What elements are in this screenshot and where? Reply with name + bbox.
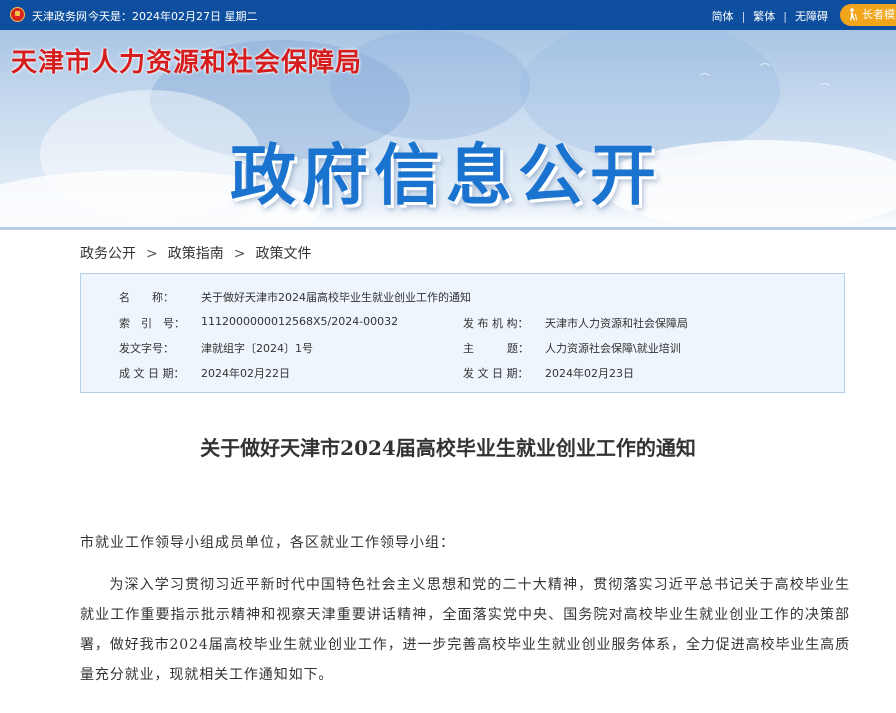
topic-value: 人力资源社会保障\就业培训 — [545, 342, 681, 355]
topic-label: 主 题： — [463, 342, 529, 355]
elder-person-icon — [849, 8, 857, 21]
bird-icon: ⌒ — [700, 74, 710, 85]
bird-icon: ⌒ — [760, 64, 770, 75]
document-title: 关于做好天津市2024届高校毕业生就业创业工作的通知 — [200, 436, 696, 460]
doc-number-label: 发文字号： — [119, 342, 174, 355]
top-bar: 天津政务网 今天是：2024年02月27日 星期二 简体 | 繁体 | 无障碍 长者模式 — [0, 0, 896, 30]
agency-name[interactable]: 天津市人力资源和社会保障局 — [11, 42, 362, 79]
published-date-value: 2024年02月23日 — [545, 367, 634, 380]
banner: ⌒ ⌒ ⌒ 天津市人力资源和社会保障局 政府信息公开 — [0, 30, 896, 230]
elder-mode-label: 长者模式 — [862, 8, 896, 21]
bird-icon: ⌒ — [820, 84, 830, 95]
breadcrumb: 政务公开 > 政策指南 > 政策文件 — [80, 243, 311, 263]
top-links: 简体 | 繁体 | 无障碍 — [712, 8, 828, 24]
separator: | — [783, 10, 787, 23]
created-date-value: 2024年02月22日 — [201, 367, 290, 380]
date-display: 今天是：2024年02月27日 星期二 — [88, 8, 258, 24]
accessibility-link[interactable]: 无障碍 — [795, 8, 828, 24]
today-label: 今天是： — [88, 10, 132, 23]
banner-divider — [0, 227, 896, 230]
document-info-box: 名 称： 关于做好天津市2024届高校毕业生就业创业工作的通知 索 引 号： 1… — [80, 273, 845, 393]
issuer-label: 发 布 机 构： — [463, 317, 529, 330]
document-paragraph: 为深入学习贯彻习近平新时代中国特色社会主义思想和党的二十大精神，贯彻落实习近平总… — [80, 577, 850, 683]
document-salutation: 市就业工作领导小组成员单位，各区就业工作领导小组： — [80, 535, 455, 551]
weekday: 星期二 — [224, 10, 258, 23]
breadcrumb-separator: > — [146, 246, 158, 262]
simplified-link[interactable]: 简体 — [712, 8, 734, 24]
national-emblem-icon — [10, 7, 25, 22]
traditional-link[interactable]: 繁体 — [753, 8, 775, 24]
doc-number-value: 津就组字〔2024〕1号 — [201, 342, 313, 355]
page-heading: 政府信息公开 — [230, 137, 662, 214]
elder-mode-button[interactable]: 长者模式 — [840, 4, 896, 26]
breadcrumb-item-gov-affairs[interactable]: 政务公开 — [80, 246, 136, 262]
name-label: 名 称： — [119, 291, 174, 304]
issuer-value: 天津市人力资源和社会保障局 — [545, 317, 688, 330]
index-value: 1112000000012568X5/2024-00032 — [201, 315, 399, 328]
portal-link[interactable]: 天津政务网 — [32, 8, 87, 24]
published-date-label: 发 文 日 期： — [463, 367, 529, 380]
current-date: 2024年02月27日 — [132, 10, 221, 23]
breadcrumb-item-policy-guide[interactable]: 政策指南 — [168, 246, 224, 262]
breadcrumb-separator: > — [233, 246, 246, 262]
created-date-label: 成 文 日 期： — [119, 367, 185, 380]
index-label: 索 引 号： — [119, 317, 185, 330]
separator: | — [741, 10, 746, 23]
name-value: 关于做好天津市2024届高校毕业生就业创业工作的通知 — [201, 291, 471, 304]
breadcrumb-item-policy-docs[interactable]: 政策文件 — [255, 246, 311, 262]
